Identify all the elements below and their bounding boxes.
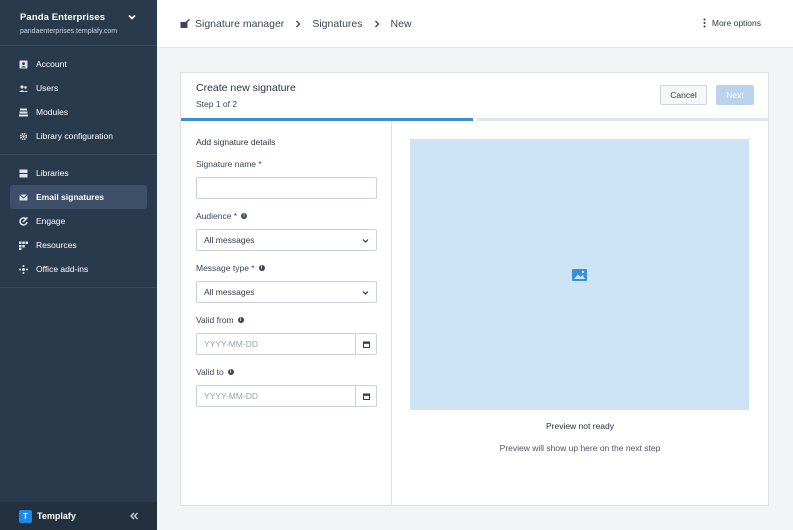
- org-switcher[interactable]: Panda Enterprises pandaenterprises.templ…: [0, 0, 157, 46]
- image-icon: [572, 269, 587, 281]
- sidebar-item-users[interactable]: Users: [10, 76, 147, 100]
- sidebar-item-office-add-ins[interactable]: Office add-ins: [10, 257, 147, 281]
- signature-preview-panel: Preview not ready Preview will show up h…: [392, 121, 768, 505]
- audience-select[interactable]: All messages: [196, 229, 377, 251]
- info-icon[interactable]: i: [227, 369, 234, 375]
- chevron-down-icon: [362, 291, 369, 295]
- topbar: Signature manager Signatures New More op…: [157, 0, 793, 48]
- chevron-right-icon: [374, 20, 380, 27]
- card-header: Create new signature Step 1 of 2 Cancel …: [181, 73, 768, 119]
- preview-title: Preview not ready: [545, 421, 615, 431]
- valid-from-label: Valid from i: [196, 315, 376, 325]
- signature-name-label: Signature name *: [196, 159, 376, 169]
- message-type-value: All messages: [204, 287, 255, 297]
- engage-icon: [19, 216, 28, 226]
- sidebar-item-libraries[interactable]: Libraries: [10, 161, 147, 185]
- sidebar-item-label: Library configuration: [36, 131, 114, 141]
- modules-icon: [19, 108, 28, 117]
- breadcrumb: Signature manager Signatures New: [180, 18, 412, 30]
- libraries-icon: [19, 169, 28, 178]
- sidebar-item-label: Office add-ins: [36, 264, 89, 274]
- email-signature-icon: [19, 193, 28, 202]
- preview-placeholder: [410, 139, 749, 410]
- nav-group-admin: Account Users Modules Library configurat…: [0, 46, 157, 155]
- sidebar-item-engage[interactable]: Engage: [10, 209, 147, 233]
- sidebar-item-library-configuration[interactable]: Library configuration: [10, 124, 147, 148]
- valid-to-label: Valid to i: [196, 367, 376, 377]
- valid-from-calendar-button[interactable]: [355, 333, 377, 355]
- sidebar-item-label: Email signatures: [36, 192, 105, 202]
- step-indicator: Step 1 of 2: [196, 99, 238, 109]
- more-options-label: More options: [711, 18, 761, 28]
- office-addins-icon: [19, 264, 28, 274]
- sidebar-item-label: Modules: [36, 107, 69, 117]
- sidebar-item-account[interactable]: Account: [10, 52, 147, 76]
- chevron-down-icon: [362, 239, 369, 243]
- valid-to-calendar-button[interactable]: [355, 385, 377, 407]
- sidebar-item-label: Libraries: [36, 168, 69, 178]
- valid-to-input[interactable]: YYYY-MM-DD: [196, 385, 355, 407]
- section-title: Add signature details: [196, 137, 276, 147]
- info-icon[interactable]: i: [258, 265, 265, 271]
- sidebar-item-label: Resources: [36, 240, 77, 250]
- resources-icon: [19, 241, 28, 250]
- sidebar-item-label: Users: [36, 83, 59, 93]
- more-vertical-icon: [703, 18, 706, 28]
- more-options-button[interactable]: More options: [703, 18, 761, 28]
- breadcrumb-signature-manager[interactable]: Signature manager: [195, 18, 284, 30]
- card-title: Create new signature: [196, 82, 296, 94]
- collapse-sidebar-icon[interactable]: [129, 511, 139, 521]
- info-icon[interactable]: i: [237, 317, 244, 323]
- message-type-label-text: Message type *: [196, 263, 255, 273]
- preview-subtitle: Preview will show up here on the next st…: [499, 443, 661, 453]
- nav-group-content: Libraries Email signatures Engage Resour…: [0, 155, 157, 288]
- signature-details-form: Add signature details Signature name * A…: [181, 121, 392, 505]
- calendar-icon: [362, 341, 370, 348]
- info-icon[interactable]: i: [241, 213, 248, 219]
- chevron-down-icon[interactable]: [127, 12, 137, 22]
- message-type-select[interactable]: All messages: [196, 281, 377, 303]
- breadcrumb-signatures[interactable]: Signatures: [312, 18, 362, 30]
- sidebar: Panda Enterprises pandaenterprises.templ…: [0, 0, 157, 530]
- valid-from-input[interactable]: YYYY-MM-DD: [196, 333, 355, 355]
- account-icon: [19, 60, 28, 69]
- brand-footer: T Templafy: [0, 502, 157, 530]
- signature-name-label-text: Signature name *: [196, 159, 262, 169]
- calendar-icon: [362, 393, 370, 400]
- sidebar-item-label: Account: [36, 59, 67, 69]
- valid-from-label-text: Valid from: [196, 315, 234, 325]
- users-icon: [19, 84, 28, 93]
- sidebar-item-modules[interactable]: Modules: [10, 100, 147, 124]
- next-button[interactable]: Next: [716, 85, 754, 105]
- brand-name: Templafy: [37, 511, 76, 521]
- signature-name-input[interactable]: [196, 177, 377, 199]
- audience-label-text: Audience *: [196, 211, 238, 221]
- templafy-logo: T: [19, 509, 32, 523]
- chevron-right-icon: [296, 20, 301, 27]
- audience-value: All messages: [204, 235, 255, 245]
- valid-to-label-text: Valid to: [196, 367, 224, 377]
- message-type-label: Message type * i: [196, 263, 376, 273]
- create-signature-card: Create new signature Step 1 of 2 Cancel …: [180, 72, 769, 506]
- sidebar-item-resources[interactable]: Resources: [10, 233, 147, 257]
- valid-to-field: YYYY-MM-DD: [196, 385, 377, 407]
- audience-label: Audience * i: [196, 211, 376, 221]
- valid-from-field: YYYY-MM-DD: [196, 333, 377, 355]
- signature-manager-icon: [180, 18, 190, 28]
- cancel-button[interactable]: Cancel: [660, 85, 707, 105]
- gear-icon: [19, 132, 28, 141]
- sidebar-item-label: Engage: [36, 216, 66, 226]
- sidebar-item-email-signatures[interactable]: Email signatures: [10, 185, 147, 209]
- breadcrumb-new: New: [390, 17, 412, 30]
- org-domain: pandaenterprises.templafy.com: [20, 28, 118, 35]
